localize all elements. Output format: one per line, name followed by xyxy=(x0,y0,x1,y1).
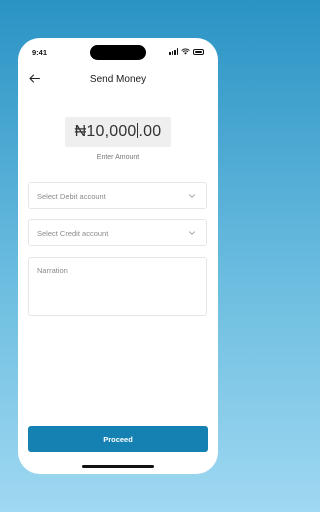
debit-account-select[interactable]: Select Debit account xyxy=(28,182,207,209)
cellular-signal-icon xyxy=(169,48,178,55)
amount-decimal: .00 xyxy=(138,123,162,140)
status-bar: 9:41 xyxy=(18,38,218,62)
currency-symbol: ₦ xyxy=(74,123,87,140)
wifi-icon xyxy=(181,48,190,55)
amount-integer: 10,000 xyxy=(86,123,137,140)
page-header: Send Money xyxy=(18,68,218,92)
credit-account-placeholder: Select Credit account xyxy=(37,229,109,238)
home-indicator xyxy=(82,465,154,468)
amount-label: Enter Amount xyxy=(96,154,140,161)
status-time: 9:41 xyxy=(32,48,48,57)
chevron-down-icon xyxy=(189,231,195,235)
dynamic-island xyxy=(90,45,146,60)
debit-account-placeholder: Select Debit account xyxy=(37,192,106,201)
amount-input[interactable]: ₦10,000.00 xyxy=(65,117,171,147)
narration-placeholder: Narration xyxy=(37,266,68,275)
credit-account-select[interactable]: Select Credit account xyxy=(28,219,207,246)
chevron-down-icon xyxy=(189,194,195,198)
phone-screen: 9:41 Send Money ₦10,000.00 Enter Amount … xyxy=(18,38,218,474)
amount-value: ₦10,000.00 xyxy=(75,123,162,141)
battery-icon xyxy=(193,48,204,55)
page-title: Send Money xyxy=(89,74,147,85)
proceed-button[interactable]: Proceed xyxy=(28,426,208,452)
status-icons xyxy=(169,48,204,55)
narration-textarea[interactable]: Narration xyxy=(28,257,207,316)
